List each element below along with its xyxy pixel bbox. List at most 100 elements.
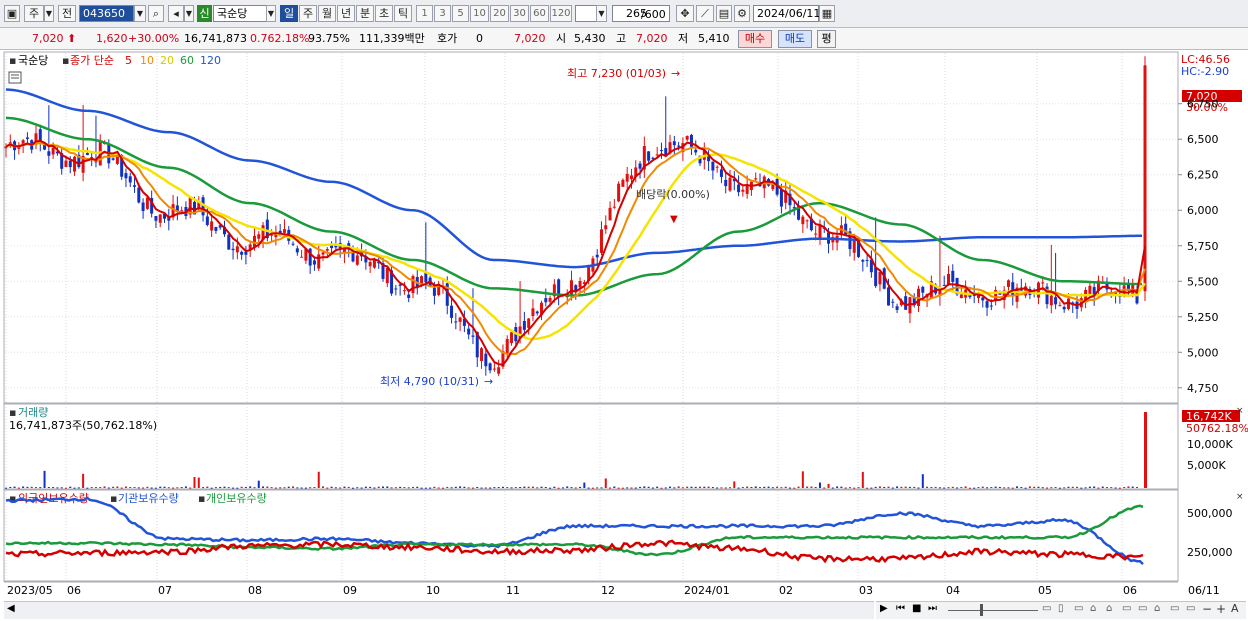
low-label: 저 bbox=[678, 32, 689, 45]
interval-30[interactable]: 30 bbox=[510, 5, 529, 22]
period-dropdown-icon[interactable]: ▼ bbox=[44, 5, 54, 22]
speaker-dropdown-icon[interactable]: ▼ bbox=[184, 5, 194, 22]
volume-bar bbox=[639, 486, 642, 488]
volume-bar bbox=[977, 487, 980, 489]
view-4-icon[interactable]: ⌂ bbox=[1090, 603, 1096, 614]
volume-bar bbox=[626, 487, 629, 489]
settings-gear-icon[interactable]: ⚙ bbox=[734, 5, 750, 22]
holdings-menu-icon-3[interactable]: ▪ bbox=[198, 492, 205, 505]
name-dropdown-icon[interactable]: ▼ bbox=[266, 5, 276, 22]
volume-bar bbox=[300, 487, 303, 489]
tf-year[interactable]: 년 bbox=[337, 5, 355, 22]
average-button[interactable]: 평 bbox=[817, 30, 836, 48]
volume-bar bbox=[120, 487, 123, 489]
zoom-in-icon[interactable]: + bbox=[1216, 602, 1226, 616]
volume-bar bbox=[754, 486, 757, 488]
save-icon[interactable]: ▤ bbox=[716, 5, 732, 22]
candle-body bbox=[655, 154, 659, 156]
tf-tick[interactable]: 틱 bbox=[394, 5, 412, 22]
sell-button[interactable]: 매도 bbox=[778, 30, 812, 48]
volume-bar bbox=[480, 487, 483, 489]
date-field[interactable]: 2024/06/11 bbox=[753, 5, 820, 22]
chart-area[interactable]: ▪ 국순당 ▪ 종가 단순 5 10 20 60 120 LC:46.56 HC… bbox=[0, 50, 1248, 621]
stop-icon[interactable]: ■ bbox=[912, 603, 921, 614]
view-9-icon[interactable]: ▭ bbox=[1170, 603, 1179, 614]
interval-20[interactable]: 20 bbox=[490, 5, 509, 22]
holdings-close-icon[interactable]: × bbox=[1236, 492, 1244, 502]
hc-label: HC:-2.90 bbox=[1181, 65, 1229, 78]
zoom-slider-handle[interactable] bbox=[980, 604, 983, 616]
search-icon[interactable]: ⌕ bbox=[148, 5, 164, 22]
interval-60[interactable]: 60 bbox=[530, 5, 549, 22]
holdings-menu-icon-2[interactable]: ▪ bbox=[110, 492, 117, 505]
tf-minute[interactable]: 분 bbox=[356, 5, 374, 22]
volume-bar bbox=[788, 487, 791, 489]
volume-panel[interactable] bbox=[3, 403, 1179, 490]
volume-bar bbox=[724, 487, 727, 489]
calendar-icon[interactable]: ▦ bbox=[819, 5, 835, 22]
view-5-icon[interactable]: ⌂ bbox=[1106, 603, 1112, 614]
volume-bar bbox=[857, 487, 860, 489]
panel-menu-icon[interactable]: ▪ bbox=[9, 54, 16, 67]
window-menu-icon[interactable]: ▣ bbox=[4, 5, 20, 22]
volume-bar bbox=[467, 487, 470, 489]
stock-code-input[interactable]: 043650 bbox=[79, 5, 134, 22]
tf-second[interactable]: 초 bbox=[375, 5, 393, 22]
zoom-out-icon[interactable]: − bbox=[1202, 602, 1212, 616]
crosshair-icon[interactable]: ✥ bbox=[676, 5, 694, 22]
view-7-icon[interactable]: ▭ bbox=[1138, 603, 1147, 614]
interval-5[interactable]: 5 bbox=[452, 5, 469, 22]
volume-bar bbox=[103, 486, 106, 488]
volume-bar bbox=[13, 486, 16, 488]
horizontal-scrollbar[interactable]: ◀ bbox=[4, 601, 874, 619]
volume-bar bbox=[90, 487, 93, 489]
fast-forward-icon[interactable]: ⏭ bbox=[928, 603, 937, 614]
scroll-right-icon[interactable]: ▶ bbox=[880, 603, 888, 614]
volume-menu-icon[interactable]: ▪ bbox=[9, 406, 16, 419]
custom-interval-dropdown-icon[interactable]: ▼ bbox=[596, 5, 607, 22]
zoom-slider[interactable] bbox=[948, 610, 1038, 611]
volume-bar bbox=[77, 487, 80, 489]
view-1-icon[interactable]: ▭ bbox=[1042, 603, 1051, 614]
volume-bar bbox=[257, 480, 260, 488]
price-panel[interactable] bbox=[3, 51, 1179, 404]
candle-body bbox=[231, 248, 235, 251]
view-2-icon[interactable]: ▯ bbox=[1058, 603, 1064, 614]
interval-3[interactable]: 3 bbox=[434, 5, 451, 22]
tf-day[interactable]: 일 bbox=[280, 5, 298, 22]
volume-bar bbox=[1110, 487, 1113, 489]
interval-120[interactable]: 120 bbox=[550, 5, 572, 22]
tf-month[interactable]: 월 bbox=[318, 5, 336, 22]
speaker-icon[interactable]: ◂ bbox=[168, 5, 184, 22]
scroll-left-icon[interactable]: ◀ bbox=[7, 603, 15, 614]
buy-button[interactable]: 매수 bbox=[738, 30, 772, 48]
code-dropdown-icon[interactable]: ▼ bbox=[134, 5, 146, 22]
font-size-icon[interactable]: A bbox=[1231, 602, 1239, 615]
candle-body bbox=[779, 189, 783, 207]
candle-body bbox=[604, 225, 608, 230]
volume-bar bbox=[1067, 486, 1070, 488]
volume-bar bbox=[699, 486, 702, 488]
indicator-menu-icon[interactable]: ▪ bbox=[62, 54, 69, 67]
interval-10[interactable]: 10 bbox=[470, 5, 489, 22]
view-3-icon[interactable]: ▭ bbox=[1074, 603, 1083, 614]
rewind-icon[interactable]: ⏮ bbox=[896, 603, 905, 614]
view-6-icon[interactable]: ▭ bbox=[1122, 603, 1131, 614]
trendline-icon[interactable]: ⟋ bbox=[696, 5, 714, 22]
period-selector[interactable]: 주 bbox=[24, 5, 44, 22]
volume-bar bbox=[574, 487, 577, 489]
x-tick-label: 11 bbox=[506, 584, 520, 597]
prev-button[interactable]: 전 bbox=[58, 5, 76, 22]
volume-bar bbox=[1063, 487, 1066, 489]
holdings-menu-icon[interactable]: ▪ bbox=[9, 492, 16, 505]
candle-body bbox=[754, 178, 758, 180]
interval-1[interactable]: 1 bbox=[416, 5, 433, 22]
volume-bar bbox=[913, 486, 916, 488]
tf-week[interactable]: 주 bbox=[299, 5, 317, 22]
volume-close-icon[interactable]: × bbox=[1236, 406, 1244, 416]
volume-bar bbox=[1020, 487, 1023, 489]
volume-bar bbox=[853, 487, 856, 489]
view-10-icon[interactable]: ▭ bbox=[1186, 603, 1195, 614]
view-8-icon[interactable]: ⌂ bbox=[1154, 603, 1160, 614]
y-tick-label: 5,500 bbox=[1187, 275, 1219, 288]
